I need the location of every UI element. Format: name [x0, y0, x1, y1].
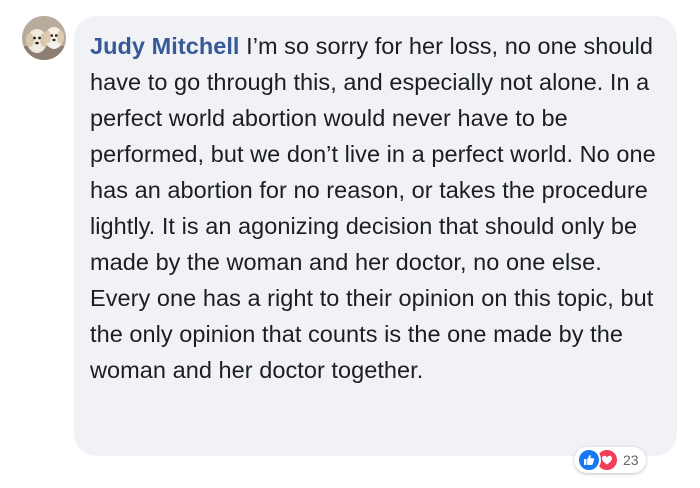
like-icon: [577, 448, 601, 472]
comment-bubble: Judy Mitchell I’m so sorry for her loss,…: [74, 16, 677, 456]
comment-body: Judy Mitchell I’m so sorry for her loss,…: [90, 28, 663, 388]
avatar[interactable]: [22, 16, 66, 60]
comment-text: I’m so sorry for her loss, no one should…: [90, 33, 656, 383]
author-name-link[interactable]: Judy Mitchell: [90, 33, 240, 59]
reaction-count: 23: [623, 452, 639, 468]
reaction-summary[interactable]: 23: [574, 447, 646, 473]
